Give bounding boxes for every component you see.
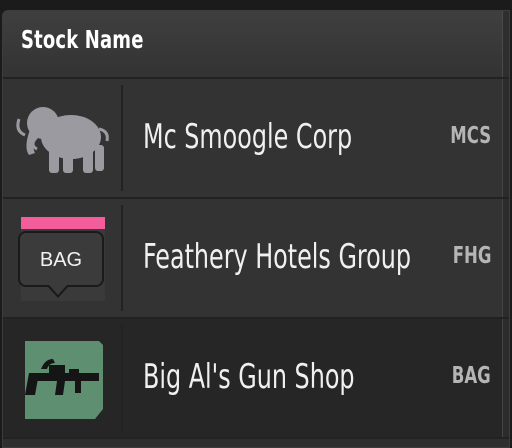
cell-divider: [121, 205, 123, 311]
table-header: Stock Name: [3, 11, 509, 79]
table-row[interactable]: Big Al's Gun Shop BAG: [3, 319, 509, 439]
tooltip-text: BAG: [39, 249, 83, 271]
row-scroll-edge: [502, 319, 509, 437]
stock-name: Big Al's Gun Shop: [143, 357, 355, 397]
mammoth-icon: [16, 107, 109, 173]
ticker-tooltip: BAG: [18, 231, 104, 287]
row-scroll-edge: [502, 79, 509, 197]
cell-divider: [121, 85, 123, 191]
table-row[interactable]: Mc Smoogle Corp MCS: [3, 79, 509, 199]
stock-ticker: MCS: [450, 123, 491, 149]
rifle-icon: [25, 341, 103, 419]
stock-ticker: FHG: [452, 243, 491, 269]
stock-name: Feathery Hotels Group: [143, 237, 412, 277]
column-header-stock-name[interactable]: Stock Name: [21, 25, 144, 54]
stock-ticker: BAG: [451, 363, 491, 389]
header-scroll-edge: [502, 11, 509, 77]
stock-table: Stock Name Mc Smoogle Corp MCS Feathery …: [2, 10, 510, 448]
tooltip-arrow-fill: [49, 285, 67, 295]
cell-divider: [121, 325, 123, 431]
row-scroll-edge: [502, 199, 509, 317]
stock-name: Mc Smoogle Corp: [143, 117, 353, 157]
